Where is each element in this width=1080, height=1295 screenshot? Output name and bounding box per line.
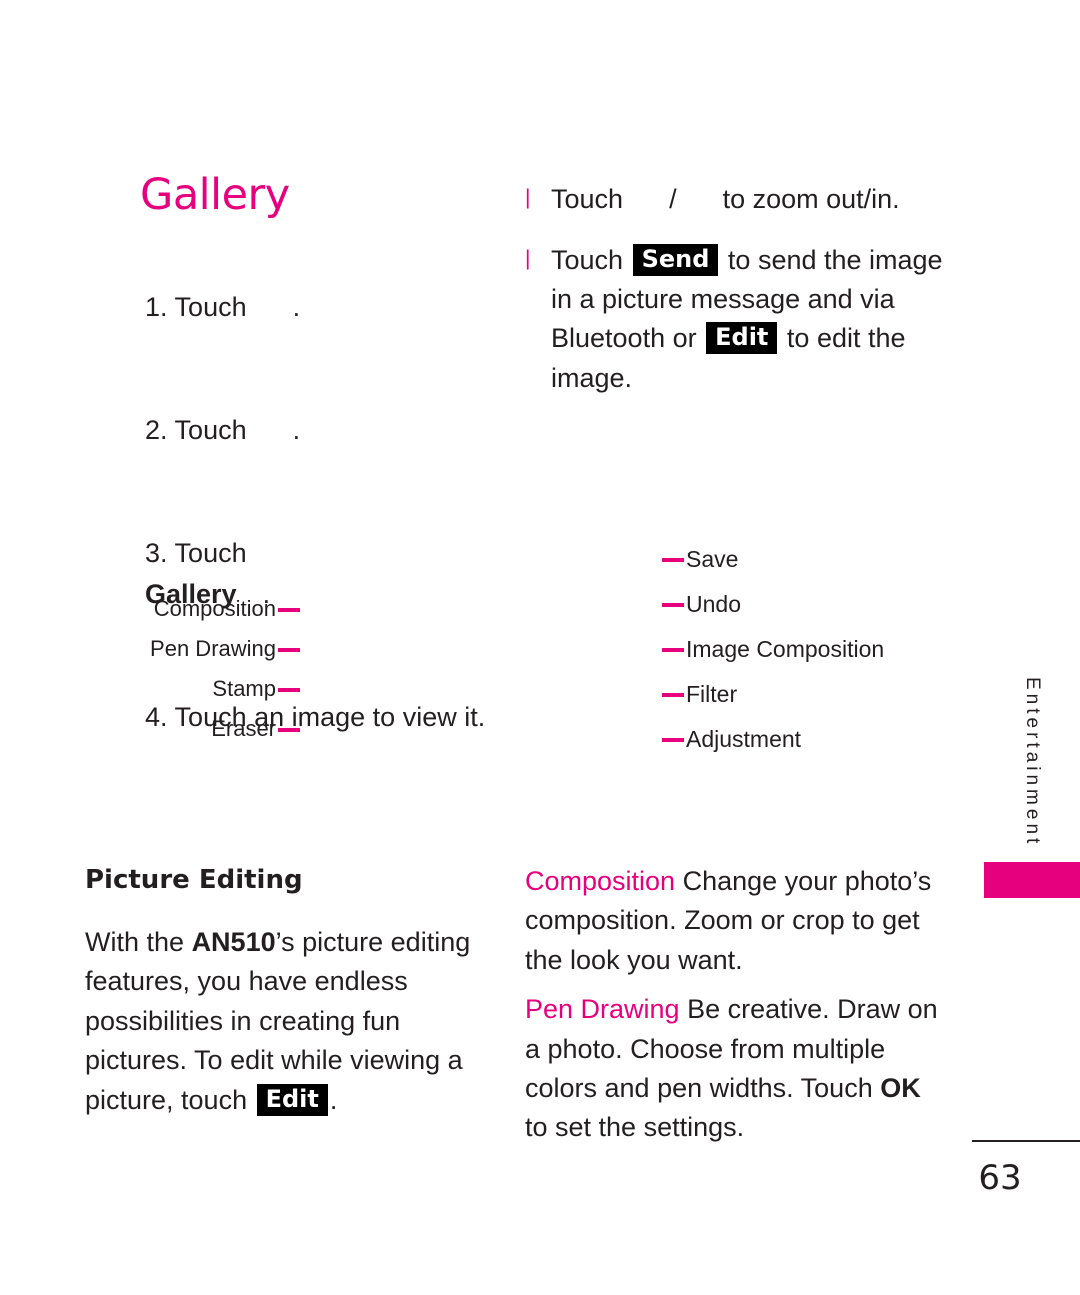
callout-adjustment-label: Adjustment [686, 726, 802, 752]
step-2-suffix: . [292, 415, 301, 446]
callout-composition: Composition [100, 598, 300, 620]
callout-composition-label: Composition [153, 596, 276, 621]
send-key-button[interactable]: Send [632, 244, 719, 277]
leader-dash-icon [662, 738, 684, 742]
bullet-zoom-lead: Touch [551, 184, 624, 214]
bullet-send-lead: Touch [551, 245, 624, 276]
bullet-zoom-tail: to zoom out/in. [722, 184, 900, 214]
bullet-zoom: | Touch / to zoom out/in. [525, 180, 955, 219]
page-number: 63 [978, 1158, 1022, 1198]
callout-image-composition-label: Image Composition [686, 636, 885, 662]
callouts-left-figure: Composition Pen Drawing Stamp Eraser [100, 598, 300, 758]
leader-dash-icon [662, 648, 684, 652]
leader-dash-icon [278, 608, 300, 612]
feature-composition: Composition Change your photo’s composit… [525, 862, 950, 980]
bullet-send-text: Touch Send to send the image in a pictur… [551, 241, 955, 398]
callout-eraser: Eraser [100, 718, 300, 740]
leader-dash-icon [662, 693, 684, 697]
side-tab-label: Entertainment [1022, 677, 1043, 848]
bullet-send: | Touch Send to send the image in a pict… [525, 241, 955, 398]
step-1: 1. Touch. [85, 246, 485, 369]
bullet-marker-icon: | [525, 186, 531, 209]
bullet-zoom-text: Touch / to zoom out/in. [551, 180, 955, 219]
feature-pen-drawing: Pen Drawing Be creative. Draw on a photo… [525, 990, 950, 1148]
callout-stamp-label: Stamp [212, 676, 276, 701]
bullet-zoom-slash: / [669, 184, 677, 214]
step-3-prefix: 3. Touch [145, 538, 247, 569]
edit-key-button[interactable]: Edit [256, 1083, 328, 1116]
side-tab-accent-block [984, 862, 1080, 898]
model-name: AN510 [191, 927, 276, 957]
picture-editing-body: With the AN510’s picture editing feature… [85, 923, 485, 1120]
picture-editing-section: Picture Editing With the AN510’s picture… [85, 865, 485, 1120]
callout-filter-label: Filter [686, 681, 738, 707]
callout-pen-drawing-label: Pen Drawing [150, 636, 276, 661]
bullet-marker-icon: | [525, 247, 531, 271]
feature-composition-term: Composition [525, 866, 676, 896]
callout-stamp: Stamp [100, 678, 300, 700]
manual-page: Gallery 1. Touch. 2. Touch. 3. Touch Gal… [0, 0, 1080, 1295]
callout-adjustment: Adjustment [662, 728, 884, 751]
right-column: | Touch / to zoom out/in. | Touch Send to … [525, 180, 955, 420]
step-2: 2. Touch. [85, 369, 485, 492]
callout-pen-drawing: Pen Drawing [100, 638, 300, 660]
ok-key-label: OK [880, 1073, 921, 1104]
step-2-prefix: 2. Touch [145, 415, 247, 446]
side-tab: Entertainment [984, 650, 1080, 875]
leader-dash-icon [278, 688, 300, 692]
leader-dash-icon [278, 648, 300, 652]
picture-editing-body-pre: With the [85, 927, 185, 957]
callout-save: Save [662, 548, 884, 571]
callout-save-label: Save [686, 546, 739, 572]
leader-dash-icon [278, 728, 300, 732]
step-1-suffix: . [292, 292, 301, 323]
callout-eraser-label: Eraser [211, 716, 276, 741]
leader-dash-icon [662, 603, 684, 607]
callout-filter: Filter [662, 683, 884, 706]
leader-dash-icon [662, 558, 684, 562]
callout-image-composition: Image Composition [662, 638, 884, 661]
picture-editing-body-end: . [329, 1084, 338, 1115]
step-1-prefix: 1. Touch [145, 292, 247, 323]
picture-editing-heading: Picture Editing [85, 865, 303, 895]
callout-undo: Undo [662, 593, 884, 616]
feature-pen-drawing-term: Pen Drawing [525, 994, 680, 1025]
footer-divider [972, 1140, 1080, 1142]
feature-pen-drawing-text-post: to set the settings. [525, 1112, 745, 1143]
callout-undo-label: Undo [686, 591, 741, 617]
features-section: Composition Change your photo’s composit… [525, 862, 950, 1158]
page-title: Gallery [140, 170, 290, 220]
edit-key-button[interactable]: Edit [706, 322, 778, 355]
callouts-right-figure: Save Undo Image Composition Filter Adjus… [662, 548, 884, 773]
